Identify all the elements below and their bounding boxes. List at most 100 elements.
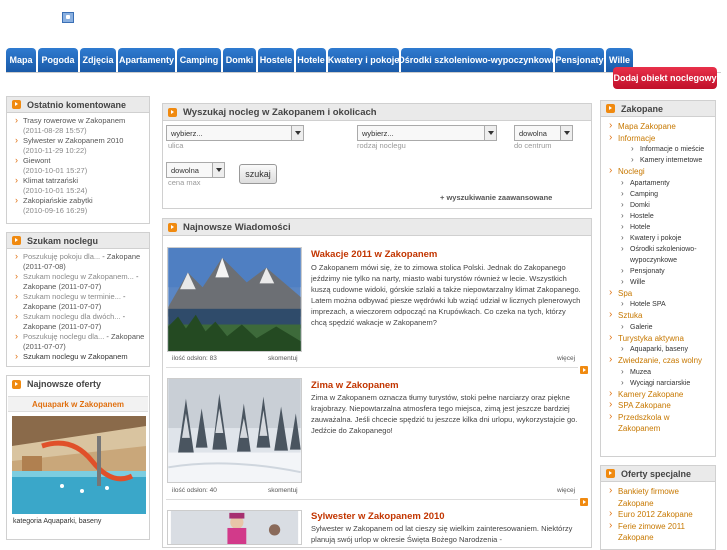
bullet-arrow-icon (12, 379, 21, 389)
box-title: Ostatnio komentowane (27, 99, 127, 110)
street-select[interactable]: wybierz... (166, 125, 304, 141)
newest-offers-box: Najnowsze oferty Aquapark w Zakopanem ka… (6, 375, 150, 540)
advanced-search-link[interactable]: + wyszukiwanie zaawansowane (440, 193, 552, 202)
menu-item[interactable]: Spa (609, 288, 713, 300)
bullet-arrow-icon (12, 236, 21, 245)
menu-item[interactable]: Informacje (609, 133, 713, 145)
menu-item[interactable]: Camping (621, 189, 713, 200)
comments-list: Trasy rowerowe w Zakopanem(2011-08-28 15… (7, 113, 149, 216)
zakopane-box: Zakopane Mapa ZakopaneInformacjeInformac… (600, 100, 716, 457)
nav-tab-camping[interactable]: Camping (177, 48, 221, 72)
bullet-arrow-icon (606, 469, 615, 478)
list-item[interactable]: Szukam noclegu w terminie... - Zakopane … (15, 292, 145, 312)
news-photo-winter[interactable] (167, 378, 302, 483)
center-distance-select[interactable]: dowolna (514, 125, 573, 141)
offer-title-bar[interactable]: Aquapark w Zakopanem (8, 396, 148, 412)
menu-item[interactable]: Noclegi (609, 166, 713, 178)
menu-item[interactable]: Ferie zimowe 2011 (609, 521, 713, 533)
menu-item[interactable]: Zwiedzanie, czas wolny (609, 355, 713, 367)
menu-item[interactable]: Sztuka (609, 310, 713, 322)
list-item[interactable]: Szukam noclegu w Zakopanem... - Zakopane… (15, 272, 145, 292)
menu-item[interactable]: Informacje o mieście (631, 144, 713, 155)
list-item[interactable]: Szukam noclegu dla dwóch... - Zakopane (… (15, 312, 145, 332)
menu-item[interactable]: Hotele SPA (621, 299, 713, 310)
box-title: Najnowsze oferty (27, 379, 102, 389)
list-item[interactable]: Zakopiańskie zabytki(2010-09-16 16:29) (15, 196, 145, 216)
menu-item[interactable]: Zakopanem (609, 423, 713, 435)
news-title[interactable]: Zima w Zakopanem (311, 380, 399, 391)
menu-item[interactable]: Bankiety firmowe (609, 486, 713, 498)
box-title: Zakopane (621, 103, 664, 114)
nav-tab-apartamenty[interactable]: Apartamenty (118, 48, 175, 72)
street-label: ulica (168, 141, 184, 150)
special-offers-menu: Bankiety firmoweZakopaneEuro 2012 Zakopa… (601, 482, 715, 544)
add-listing-button[interactable]: Dodaj obiekt noclegowy (613, 67, 717, 89)
menu-item[interactable]: Wille (621, 277, 713, 288)
next-arrow-icon[interactable] (580, 366, 588, 374)
nav-tab-domki[interactable]: Domki (223, 48, 256, 72)
nav-tab-hostele[interactable]: Hostele (258, 48, 294, 72)
site-logo-icon[interactable] (62, 12, 74, 23)
max-price-select[interactable]: dowolna (166, 162, 225, 178)
nav-tab-pogoda[interactable]: Pogoda (38, 48, 78, 72)
recent-comments-box: Ostatnio komentowane Trasy rowerowe w Za… (6, 96, 150, 224)
list-item[interactable]: Giewont(2010-10-01 15:27) (15, 156, 145, 176)
list-item[interactable]: Szukam noclegu w Zakopanem (15, 352, 145, 362)
center-distance-label: do centrum (514, 141, 552, 150)
menu-item[interactable]: Aquaparki, baseny (621, 344, 713, 355)
list-item[interactable]: Poszukuję noclegu dla... - Zakopane (201… (15, 332, 145, 352)
menu-item[interactable]: Euro 2012 Zakopane (609, 509, 713, 521)
nav-tab-pensjonaty[interactable]: Pensjonaty (555, 48, 604, 72)
news-text: O Zakopanem mówi się, że to zimowa stoli… (311, 263, 581, 327)
news-photo-new-year[interactable] (167, 510, 302, 545)
news-text: Sylwester w Zakopanem od lat cieszy się … (311, 524, 573, 544)
menu-item[interactable]: Hotele (621, 222, 713, 233)
chevron-down-icon (291, 126, 303, 140)
menu-item[interactable]: wypoczynkowe (621, 255, 713, 266)
menu-item[interactable]: Turystyka aktywna (609, 333, 713, 345)
type-select[interactable]: wybierz... (357, 125, 497, 141)
menu-item[interactable]: SPA Zakopane (609, 400, 713, 412)
menu-item[interactable]: Muzea (621, 367, 713, 378)
list-item[interactable]: Klimat tatrzański(2010-10-01 15:24) (15, 176, 145, 196)
news-title[interactable]: Sylwester w Zakopanem 2010 (311, 511, 445, 522)
menu-item[interactable]: Kamery Zakopane (609, 389, 713, 401)
next-arrow-icon[interactable] (580, 498, 588, 506)
aquapark-photo[interactable] (12, 416, 146, 514)
special-offers-box: Oferty specjalne Bankiety firmoweZakopan… (600, 465, 716, 550)
menu-item[interactable]: Domki (621, 200, 713, 211)
news-title[interactable]: Wakacje 2011 w Zakopanem (311, 249, 437, 260)
nav-tab-hotele[interactable]: Hotele (296, 48, 326, 72)
menu-item[interactable]: Galerie (621, 322, 713, 333)
menu-item[interactable]: Zakopane (609, 532, 713, 544)
chevron-down-icon (484, 126, 496, 140)
divider (166, 356, 578, 368)
menu-item[interactable]: Hostele (621, 211, 713, 222)
nav-tab-kwatery[interactable]: Kwatery i pokoje (328, 48, 399, 72)
list-item[interactable]: Sylwester w Zakopanem 2010(2010-11-29 10… (15, 136, 145, 156)
bullet-arrow-icon (12, 100, 21, 109)
menu-item[interactable]: Zakopane (609, 498, 713, 510)
bullet-arrow-icon (168, 107, 177, 117)
nav-tab-zdjecia[interactable]: Zdjęcia (80, 48, 116, 72)
nav-tab-osrodki[interactable]: Ośrodki szkoleniowo-wypoczynkowe (398, 48, 556, 72)
box-title: Szukam noclegu (27, 235, 99, 246)
box-title: Oferty specjalne (621, 468, 692, 479)
menu-item[interactable]: Kwatery i pokoje (621, 233, 713, 244)
menu-item[interactable]: Mapa Zakopane (609, 121, 713, 133)
zakopane-menu: Mapa ZakopaneInformacjeInformacje o mieś… (601, 117, 715, 435)
menu-item[interactable]: Ośrodki szkoleniowo- (621, 244, 713, 255)
max-price-label: cena max (168, 178, 201, 187)
chevron-down-icon (212, 163, 224, 177)
menu-item[interactable]: Przedszkola w (609, 412, 713, 424)
divider (166, 488, 578, 500)
menu-item[interactable]: Wyciągi narciarskie (621, 378, 713, 389)
menu-item[interactable]: Apartamenty (621, 178, 713, 189)
list-item[interactable]: Poszukuję pokoju dla... - Zakopane (2011… (15, 252, 145, 272)
search-button[interactable]: szukaj (239, 164, 277, 184)
menu-item[interactable]: Kamery internetowe (631, 155, 713, 166)
news-photo-mountains[interactable] (167, 247, 302, 352)
list-item[interactable]: Trasy rowerowe w Zakopanem(2011-08-28 15… (15, 116, 145, 136)
nav-tab-mapa[interactable]: Mapa (6, 48, 36, 72)
menu-item[interactable]: Pensjonaty (621, 266, 713, 277)
